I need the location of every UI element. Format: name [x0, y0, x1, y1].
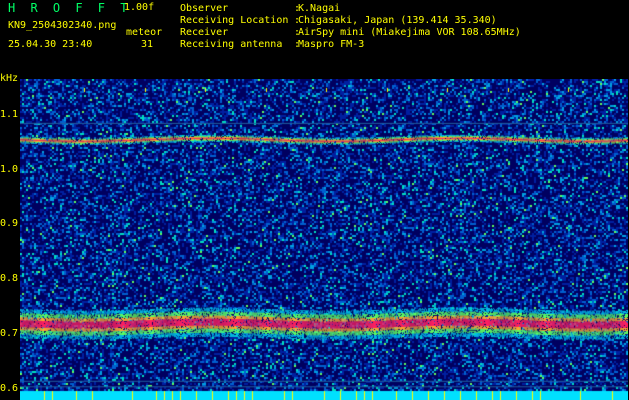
y-tick-label: 0.9 — [0, 218, 19, 230]
meta-value-location: Chigasaki, Japan (139.414 35.340) — [298, 15, 497, 26]
meta-value-receiver: AirSpy mini (Miakejima VOR 108.65MHz) — [298, 27, 521, 38]
y-tick-label: 1.1 — [0, 108, 19, 120]
timestamp-label: 25.04.30 23:40 — [8, 39, 93, 50]
y-tick-label: 0.7 — [0, 328, 19, 340]
meta-value-observer: K.Nagai — [298, 3, 341, 14]
meta-key-observer: Observer — [180, 3, 229, 14]
y-tick-label: 0.8 — [0, 273, 19, 285]
filename-label: KN9_2504302340.png — [8, 20, 117, 31]
frequency-unit-label: kHz — [0, 73, 19, 84]
app-brand: H R O F F T — [8, 1, 132, 15]
meta-value-antenna: Maspro FM-3 — [298, 39, 365, 50]
meteor-label: meteor — [126, 27, 163, 38]
meta-key-location: Receiving Location — [180, 15, 289, 26]
y-tick-label: 1.0 — [0, 163, 19, 175]
meta-key-receiver: Receiver — [180, 27, 229, 38]
version-label: 1.00f — [124, 2, 155, 13]
meta-key-antenna: Receiving antenna — [180, 39, 283, 50]
meteor-count: 31 — [141, 39, 154, 50]
y-tick-label: 0.6 — [0, 383, 19, 395]
spectrogram-canvas — [20, 79, 628, 400]
